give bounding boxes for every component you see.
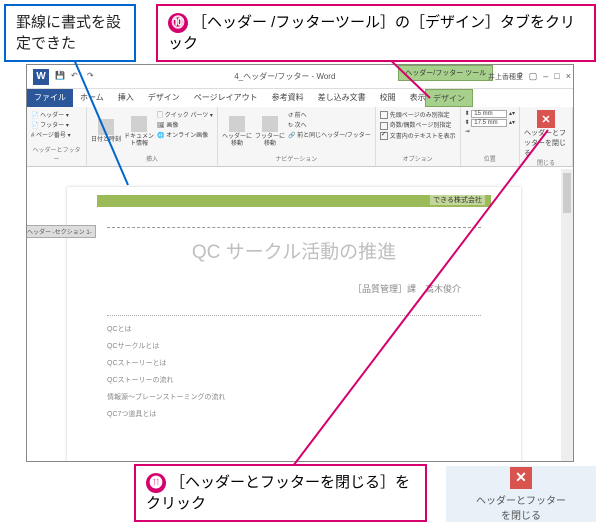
word-app-icon: W xyxy=(33,69,49,85)
btn-prev[interactable]: ↺ 前へ xyxy=(288,110,371,119)
scroll-thumb[interactable] xyxy=(563,173,571,213)
quick-access-toolbar: 💾 ↶ ↷ xyxy=(55,71,99,83)
word-window: W 💾 ↶ ↷ 4_ヘッダー/フッター - Word ヘッダー/フッター ツール… xyxy=(26,64,574,462)
toc-item: QCサークルとは xyxy=(107,341,481,351)
header-boundary xyxy=(107,227,481,228)
redo-icon[interactable]: ↷ xyxy=(87,71,99,83)
ribbon-opts-icon[interactable]: ▢ xyxy=(529,71,538,82)
vertical-scrollbar[interactable] xyxy=(561,169,573,461)
header-right-text: できる株式会社 xyxy=(430,195,485,205)
tab-design[interactable]: デザイン xyxy=(141,89,187,107)
titlebar: W 💾 ↶ ↷ 4_ヘッダー/フッター - Word ヘッダー/フッター ツール… xyxy=(27,65,573,89)
btn-close-header-footer[interactable]: ✕ ヘッダーとフッターを閉じる xyxy=(524,110,568,158)
close-window-icon[interactable]: × xyxy=(566,71,571,82)
contextual-tool-label: ヘッダー/フッター ツール xyxy=(398,65,493,81)
ribbon: 📄 ヘッダー ▾ 📄 フッター ▾ # ページ番号 ▾ ヘッダーとフッター 日付… xyxy=(27,107,573,167)
input-header-from-top[interactable]: ⬍ 15 mm ▴▾ xyxy=(465,110,515,118)
ribbon-tabs: ファイル ホーム 挿入 デザイン ページレイアウト 参考資料 差し込み文書 校閲… xyxy=(27,89,573,107)
undo-icon[interactable]: ↶ xyxy=(71,71,83,83)
callout-step-10: ⓾［ヘッダー /フッターツール］の［デザイン］タブをクリック xyxy=(156,4,596,62)
btn-online-picture[interactable]: 🌐 オンライン画像 xyxy=(157,130,213,139)
maximize-icon[interactable]: □ xyxy=(554,71,559,82)
toc-item: QCストーリーの流れ xyxy=(107,375,481,385)
close-label-2: を閉じる xyxy=(501,507,541,522)
ribbon-group-insert: 日付と時刻 ドキュメント情報 ▢ クイック パーツ ▾ 🖼 画像 🌐 オンライン… xyxy=(87,107,218,166)
ribbon-group-close: ✕ ヘッダーとフッターを閉じる 閉じる xyxy=(520,107,573,166)
btn-datetime[interactable]: 日付と時刻 xyxy=(91,110,121,154)
window-controls: ? ▢ – □ × xyxy=(518,71,571,82)
document-area[interactable]: できる株式会社 ヘッダー -セクション 1- QC サークル活動の推進 ［品質管… xyxy=(27,169,561,461)
close-header-footer-enlarged: ✕ ヘッダーとフッター を閉じる xyxy=(446,466,596,522)
document-title: QC サークル活動の推進 xyxy=(107,237,481,264)
tab-insert[interactable]: 挿入 xyxy=(111,89,141,107)
close-icon: ✕ xyxy=(510,467,532,489)
toc-item: 情報源～ブレーンストーミングの流れ xyxy=(107,392,481,402)
chk-show-text[interactable]: 文書内のテキストを表示 xyxy=(380,131,456,140)
ribbon-group-options: 先頭ページのみ別指定 奇数/偶数ページ別指定 文書内のテキストを表示 オプション xyxy=(376,107,461,166)
toc-item: QCストーリーとは xyxy=(107,358,481,368)
tab-review[interactable]: 校閲 xyxy=(373,89,403,107)
close-icon: ✕ xyxy=(537,110,555,128)
document-subtitle: ［品質管理］課 高木俊介 xyxy=(107,282,461,295)
ribbon-group-position: ⬍ 15 mm ▴▾ ⬍ 17.5 mm ▴▾ ⇥ 位置 xyxy=(461,107,520,166)
tab-layout[interactable]: ページレイアウト xyxy=(187,89,265,107)
header-section-tag: ヘッダー -セクション 1- xyxy=(27,225,96,238)
page: できる株式会社 ヘッダー -セクション 1- QC サークル活動の推進 ［品質管… xyxy=(67,187,521,461)
btn-next[interactable]: ↻ 次へ xyxy=(288,120,371,129)
help-icon[interactable]: ? xyxy=(518,71,523,82)
tab-file[interactable]: ファイル xyxy=(27,89,73,107)
divider xyxy=(107,315,481,316)
toc-item: QC7つ道具とは xyxy=(107,409,481,419)
tab-references[interactable]: 参考資料 xyxy=(265,89,311,107)
tab-home[interactable]: ホーム xyxy=(73,89,111,107)
ribbon-group-navigation: ヘッダーに移動 フッターに移動 ↺ 前へ ↻ 次へ 🔗 前と同じヘッダー/フッタ… xyxy=(218,107,376,166)
ribbon-group-header-footer: 📄 ヘッダー ▾ 📄 フッター ▾ # ページ番号 ▾ ヘッダーとフッター xyxy=(27,107,87,166)
save-icon[interactable]: 💾 xyxy=(55,71,67,83)
callout-step-11: ⓫［ヘッダーとフッターを閉じる］をクリック xyxy=(134,464,427,522)
btn-link-previous[interactable]: 🔗 前と同じヘッダー/フッター xyxy=(288,130,371,139)
callout-blue: 罫線に書式を設定できた xyxy=(4,4,136,62)
tab-header-footer-design[interactable]: デザイン xyxy=(425,89,473,107)
chk-odd-even[interactable]: 奇数/偶数ページ別指定 xyxy=(380,120,456,129)
btn-footer[interactable]: 📄 フッター ▾ xyxy=(31,120,82,129)
minimize-icon[interactable]: – xyxy=(543,71,548,82)
window-title: 4_ヘッダー/フッター - Word xyxy=(234,71,335,82)
close-label-1: ヘッダーとフッター xyxy=(476,492,566,507)
btn-header[interactable]: 📄 ヘッダー ▾ xyxy=(31,110,82,119)
btn-goto-footer[interactable]: フッターに移動 xyxy=(255,110,285,154)
input-footer-from-bottom[interactable]: ⬍ 17.5 mm ▴▾ xyxy=(465,119,515,127)
btn-doc-info[interactable]: ドキュメント情報 xyxy=(124,110,154,154)
step-number-10: ⓾ xyxy=(168,13,188,33)
btn-goto-header[interactable]: ヘッダーに移動 xyxy=(222,110,252,154)
btn-picture[interactable]: 🖼 画像 xyxy=(157,120,213,129)
step-number-11: ⓫ xyxy=(146,473,166,493)
tab-mailings[interactable]: 差し込み文書 xyxy=(311,89,373,107)
chk-first-page[interactable]: 先頭ページのみ別指定 xyxy=(380,110,456,119)
btn-page-number[interactable]: # ページ番号 ▾ xyxy=(31,130,82,139)
btn-quick-parts[interactable]: ▢ クイック パーツ ▾ xyxy=(157,110,213,119)
btn-align-tab[interactable]: ⇥ xyxy=(465,128,515,135)
header-border-line: できる株式会社 xyxy=(97,195,491,207)
toc-item: QCとは xyxy=(107,324,481,334)
